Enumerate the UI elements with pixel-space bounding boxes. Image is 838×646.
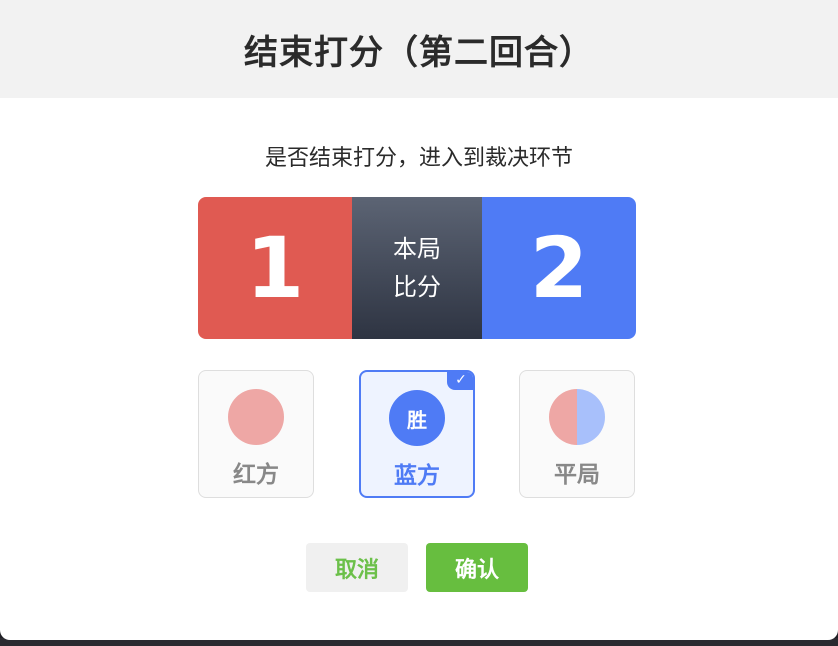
option-draw[interactable]: 平局 xyxy=(519,370,635,498)
winner-badge-text: 胜 xyxy=(407,407,427,432)
caption-line-2: 比分 xyxy=(393,273,441,301)
confirm-button[interactable]: 确认 xyxy=(426,543,528,592)
winner-badge-icon: 胜 xyxy=(389,390,445,446)
dialog-header: 结束打分（第二回合） xyxy=(0,0,838,98)
dialog-title: 结束打分（第二回合） xyxy=(244,32,594,73)
option-blue-label: 蓝方 xyxy=(394,463,440,489)
round-scoreboard: 1 本局 比分 2 xyxy=(198,197,636,339)
option-blue-side[interactable]: ✓ 胜 蓝方 xyxy=(359,370,475,498)
round-score-caption: 本局 比分 xyxy=(352,197,482,339)
confirm-prompt: 是否结束打分，进入到裁决环节 xyxy=(264,146,573,171)
option-red-side[interactable]: 红方 xyxy=(198,370,314,498)
red-score: 1 xyxy=(245,219,305,317)
blue-score: 2 xyxy=(529,219,589,317)
caption-line-1: 本局 xyxy=(393,235,441,263)
half-circle-icon xyxy=(549,389,605,445)
end-scoring-dialog: 结束打分（第二回合） 是否结束打分，进入到裁决环节 1 本局 比分 2 红方 ✓… xyxy=(0,0,838,640)
blue-score-panel: 2 xyxy=(482,197,636,339)
red-score-panel: 1 xyxy=(198,197,352,339)
option-draw-label: 平局 xyxy=(554,462,600,488)
checkmark-icon: ✓ xyxy=(447,372,473,390)
cancel-button[interactable]: 取消 xyxy=(306,543,408,592)
option-red-label: 红方 xyxy=(233,462,279,488)
red-circle-icon xyxy=(228,389,284,445)
